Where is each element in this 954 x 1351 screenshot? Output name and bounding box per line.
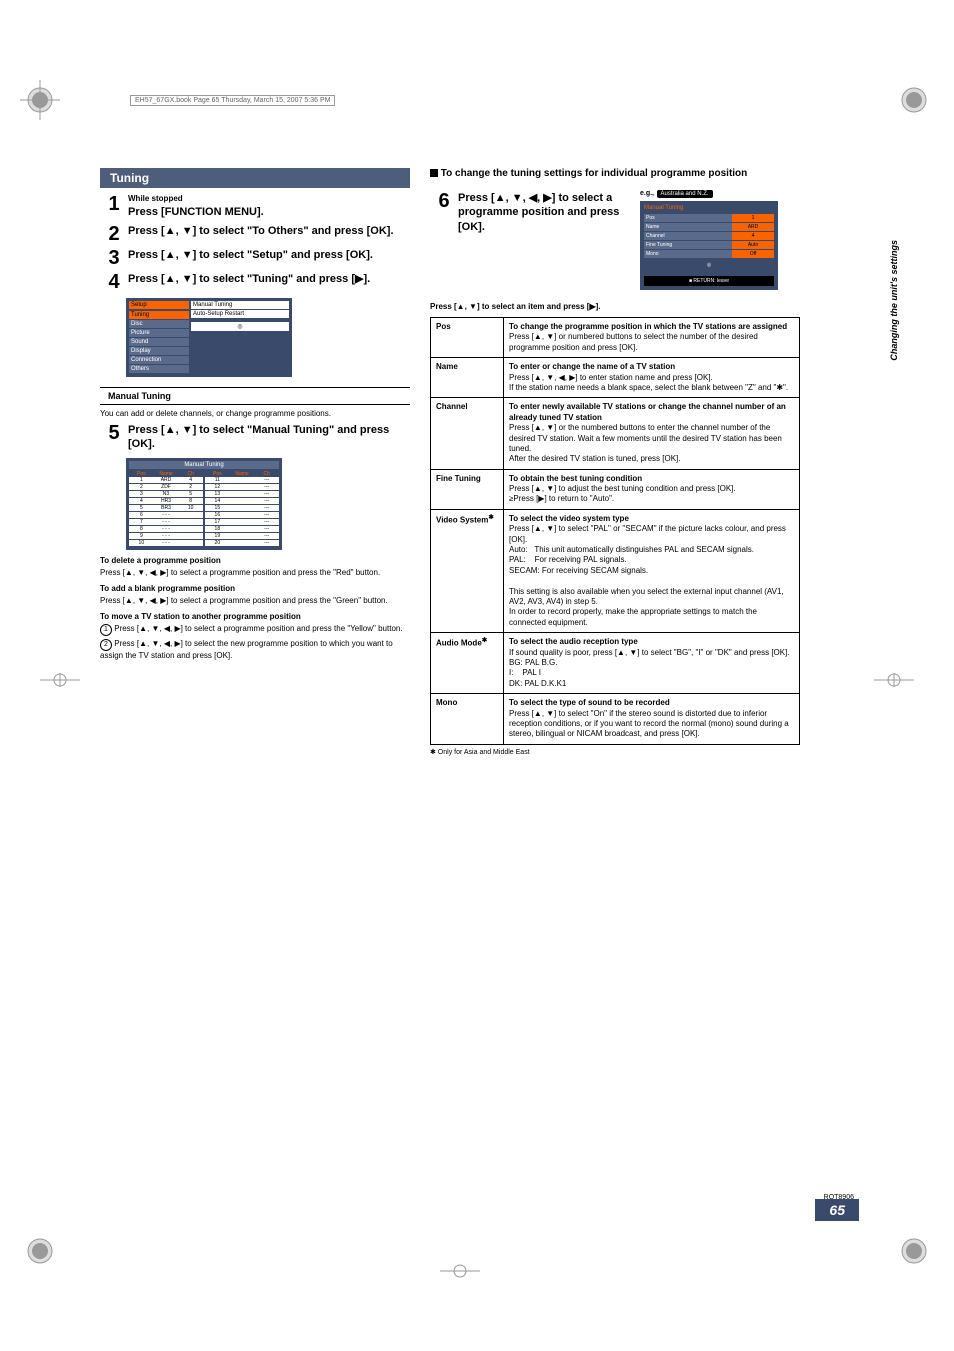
crop-mark-tr <box>894 80 934 120</box>
step-4: 4Press [▲, ▼] to select "Tuning" and pre… <box>100 272 410 292</box>
page-number: 65 <box>815 1199 859 1221</box>
manual-tuning-para: You can add or delete channels, or chang… <box>100 409 410 419</box>
step-3-text: Press [▲, ▼] to select "Setup" and press… <box>128 248 410 262</box>
instr-del-title: To delete a programme position <box>100 556 410 565</box>
section-title: Tuning <box>100 168 410 188</box>
bottom-mark <box>440 1261 480 1281</box>
step-6: 6Press [▲, ▼, ◀, ▶] to select a programm… <box>430 191 630 234</box>
setup-menu: SetupTuningDiscPictureSoundDisplayConnec… <box>126 298 292 377</box>
instr-mov-1: 1 Press [▲, ▼, ◀, ▶] to select a program… <box>100 624 410 636</box>
instr-add-body: Press [▲, ▼, ◀, ▶] to select a programme… <box>100 596 410 606</box>
programme-box: Manual Tuning Pos1NameARDChannel4Fine Tu… <box>640 201 778 290</box>
settings-table: PosTo change the programme position in w… <box>430 317 800 745</box>
step-2: 2Press [▲, ▼] to select "To Others" and … <box>100 224 410 244</box>
instr-add-title: To add a blank programme position <box>100 584 410 593</box>
step-4-text: Press [▲, ▼] to select "Tuning" and pres… <box>128 272 410 286</box>
side-mark-left <box>40 670 80 690</box>
sub-para: Press [▲, ▼] to select an item and press… <box>430 302 800 311</box>
right-top-title: To change the tuning settings for indivi… <box>430 168 800 179</box>
prog-box-title: Manual Tuning <box>644 205 774 211</box>
step-2-text: Press [▲, ▼] to select "To Others" and p… <box>128 224 410 238</box>
bullet-icon <box>430 169 438 177</box>
region-badge: Australia and N.Z. <box>657 190 713 198</box>
select-icon: ◎ <box>644 262 774 268</box>
ok-icon: ◎ <box>191 322 289 331</box>
step-1: 1While stoppedPress [FUNCTION MENU]. <box>100 194 410 220</box>
mt-title: Manual Tuning <box>129 461 279 469</box>
side-mark-right <box>874 670 914 690</box>
step-5: 5Press [▲, ▼] to select "Manual Tuning" … <box>100 423 410 452</box>
prog-foot: ■ RETURN: leave <box>644 276 774 286</box>
crop-mark-tl <box>20 80 60 120</box>
step-5-text: Press [▲, ▼] to select "Manual Tuning" a… <box>128 423 410 452</box>
step-6-text: Press [▲, ▼, ◀, ▶] to select a programme… <box>458 191 630 234</box>
eg-label: e.g., Australia and N.Z. <box>640 187 778 198</box>
foot-note: ✱ Only for Asia and Middle East <box>430 748 800 756</box>
instr-mov-2: 2 Press [▲, ▼, ◀, ▶] to select the new p… <box>100 639 410 661</box>
crop-mark-bl <box>20 1231 60 1271</box>
manual-tuning-table: Manual Tuning PosNameCh1ARD42ZDF23N354HR… <box>126 458 282 550</box>
step-3: 3Press [▲, ▼] to select "Setup" and pres… <box>100 248 410 268</box>
instr-mov-title: To move a TV station to another programm… <box>100 612 410 621</box>
manual-tuning-title: Manual Tuning <box>100 387 410 405</box>
side-text: Changing the unit's settings <box>889 240 899 361</box>
instr-del-body: Press [▲, ▼, ◀, ▶] to select a programme… <box>100 568 410 578</box>
step-1-small: While stopped <box>128 194 410 204</box>
crop-mark-br <box>894 1231 934 1271</box>
step-1-text: Press [FUNCTION MENU]. <box>128 206 264 218</box>
